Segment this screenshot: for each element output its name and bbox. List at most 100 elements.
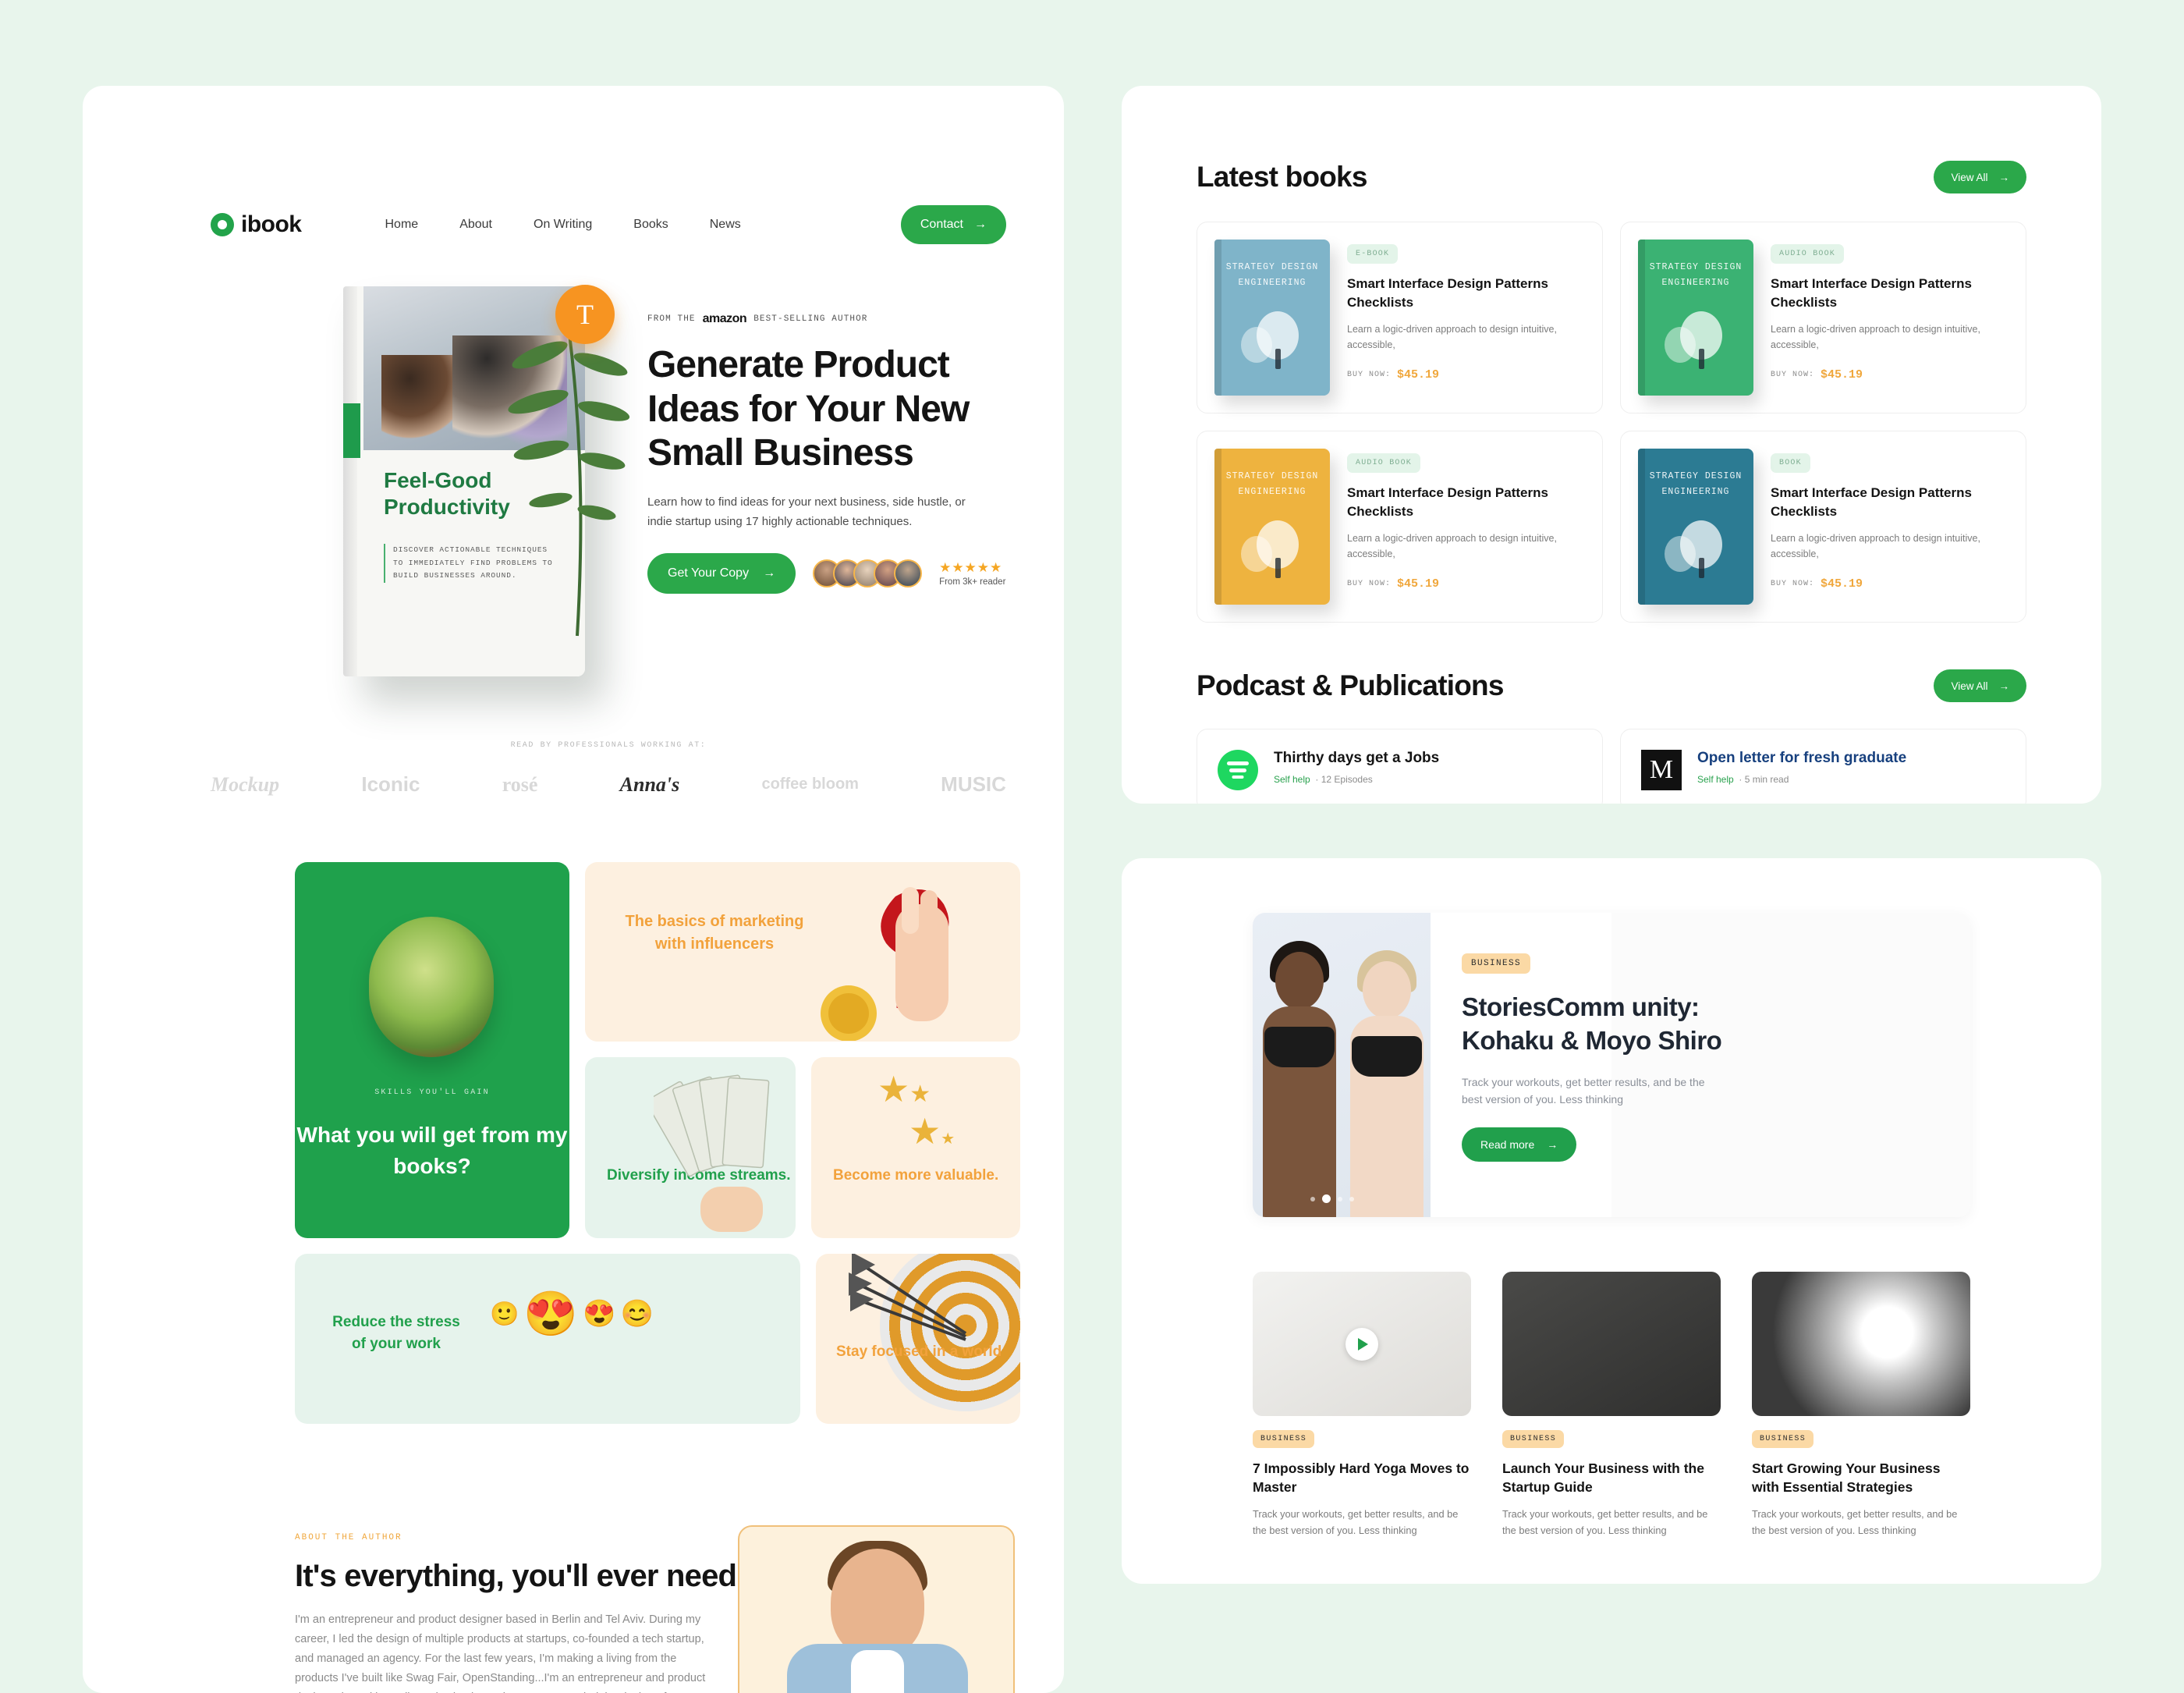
book-cover-title: Feel-Good Productivity	[384, 468, 510, 520]
latest-books-view-all-button[interactable]: View All →	[1934, 161, 2026, 193]
benefits-main-title: What you will get from my books?	[296, 1123, 568, 1178]
book-cover: Feel-Good Productivity DISCOVER ACTIONAB…	[343, 286, 585, 676]
nav-item-on-writing[interactable]: On Writing	[534, 218, 592, 232]
benefit-title: Reduce the stress of your work	[332, 1314, 460, 1353]
blog-desc: Track your workouts, get better results,…	[1253, 1508, 1459, 1536]
arrow-right-icon: →	[1998, 680, 2010, 692]
blog-title: Start Growing Your Business with Essenti…	[1752, 1461, 1941, 1496]
social-proof-logos: Mockup Iconic rosé Anna's coffee bloom M…	[211, 772, 1006, 797]
person-top	[1264, 1027, 1335, 1067]
spotify-icon	[1218, 750, 1258, 790]
author-photo	[782, 1541, 973, 1693]
buy-label: BUY NOW:	[1771, 580, 1815, 589]
blush-icon: 😊	[620, 1299, 654, 1329]
nav-item-books[interactable]: Books	[633, 218, 668, 232]
buy-row[interactable]: BUY NOW: $45.19	[1347, 577, 1585, 591]
arrow-right-icon: →	[974, 218, 987, 231]
hand-ribbon-icon	[821, 887, 949, 1041]
hero-book-mockup: Feel-Good Productivity DISCOVER ACTIONAB…	[298, 277, 630, 698]
rating-text: From 3k+ reader	[939, 577, 1006, 587]
podcasts-view-all-button[interactable]: View All →	[1934, 669, 2026, 702]
book-desc: Learn a logic-driven approach to design …	[1347, 533, 1557, 560]
carousel-dot-2-active[interactable]	[1322, 1194, 1331, 1203]
book-price: $45.19	[1397, 577, 1440, 591]
nav-item-home[interactable]: Home	[385, 218, 419, 232]
cover-title: STRATEGY DESIGN ENGINEERING	[1225, 471, 1319, 497]
book-price: $45.19	[1821, 577, 1863, 591]
carousel-dot-4[interactable]	[1349, 1196, 1354, 1201]
carousel-dots[interactable]	[1310, 1194, 1354, 1203]
blog-desc: Track your workouts, get better results,…	[1752, 1508, 1958, 1536]
contact-button[interactable]: Contact →	[900, 205, 1006, 244]
medium-icon: M	[1641, 750, 1682, 790]
book-badge: AUDIO BOOK	[1347, 453, 1421, 473]
logo-music: MUSIC	[941, 772, 1006, 796]
benefit-card-stress[interactable]: Reduce the stress of your work 🙂 😍 😍 😊	[295, 1254, 800, 1424]
gold-stars-icon: ★★ ★★	[878, 1069, 956, 1152]
book-spine	[343, 286, 357, 676]
buy-row[interactable]: BUY NOW: $45.19	[1347, 368, 1585, 382]
featured-story-card[interactable]: BUSINESS StoriesComm unity: Kohaku & Moy…	[1253, 913, 1970, 1217]
navbar: ibook Home About On Writing Books News C…	[211, 203, 1006, 247]
publication-category: Self help	[1697, 774, 1734, 785]
nav-item-about[interactable]: About	[459, 218, 492, 232]
book-desc: Learn a logic-driven approach to design …	[1771, 533, 1980, 560]
carousel-dot-3[interactable]	[1338, 1196, 1342, 1201]
podcasts-heading: Podcast & Publications	[1197, 669, 1504, 701]
book-mini-cover: STRATEGY DESIGN ENGINEERING	[1214, 449, 1330, 605]
smiley-icon: 🙂	[490, 1301, 519, 1327]
brand-logo[interactable]: ibook	[211, 211, 302, 238]
hero-eyebrow: FROM THE amazon BEST-SELLING AUTHOR	[647, 312, 1014, 326]
podcast-category: Self help	[1274, 774, 1310, 785]
logo-rose: rosé	[502, 772, 538, 796]
benefit-title: The basics of marketing with influencers	[625, 913, 804, 953]
buy-row[interactable]: BUY NOW: $45.19	[1771, 368, 2008, 382]
get-your-copy-button[interactable]: Get Your Copy →	[647, 553, 796, 595]
book-mini-cover: STRATEGY DESIGN ENGINEERING	[1638, 449, 1753, 605]
arrow-right-icon: →	[1547, 1138, 1558, 1152]
book-card[interactable]: STRATEGY DESIGN ENGINEERING E-BOOK Smart…	[1197, 222, 1603, 413]
blog-title: Launch Your Business with the Startup Gu…	[1502, 1461, 1704, 1496]
story-desc: Track your workouts, get better results,…	[1462, 1075, 1705, 1106]
benefit-card-income[interactable]: Diversify income streams.	[585, 1057, 796, 1238]
cover-person	[1699, 558, 1704, 578]
publication-card[interactable]: M Open letter for fresh graduate Self he…	[1620, 729, 2026, 804]
book-cover-blurb: DISCOVER ACTIONABLE TECHNIQUES TO IMMEDI…	[384, 544, 555, 583]
nav-item-news[interactable]: News	[710, 218, 741, 232]
read-more-button[interactable]: Read more →	[1462, 1127, 1577, 1162]
book-mini-cover: STRATEGY DESIGN ENGINEERING	[1638, 240, 1753, 396]
play-button[interactable]	[1346, 1327, 1378, 1361]
blog-card[interactable]: BUSINESS Launch Your Business with the S…	[1502, 1272, 1721, 1539]
benefit-card-influencers[interactable]: The basics of marketing with influencers	[585, 862, 1020, 1042]
buy-row[interactable]: BUY NOW: $45.19	[1771, 577, 2008, 591]
book-title: Smart Interface Design Patterns Checklis…	[1771, 485, 1972, 520]
book-info: E-BOOK Smart Interface Design Patterns C…	[1347, 240, 1585, 396]
cover-person	[1275, 558, 1281, 578]
book-price: $45.19	[1821, 368, 1863, 382]
blog-card[interactable]: BUSINESS Start Growing Your Business wit…	[1752, 1272, 1970, 1539]
person-top	[1352, 1036, 1422, 1077]
publication-readtime: 5 min read	[1744, 774, 1789, 785]
book-info: AUDIO BOOK Smart Interface Design Patter…	[1771, 240, 2008, 396]
buy-label: BUY NOW:	[1347, 580, 1392, 589]
book-card[interactable]: STRATEGY DESIGN ENGINEERING AUDIO BOOK S…	[1620, 222, 2026, 413]
book-card[interactable]: STRATEGY DESIGN ENGINEERING BOOK Smart I…	[1620, 431, 2026, 623]
cover-person	[1275, 349, 1281, 369]
blog-card[interactable]: BUSINESS 7 Impossibly Hard Yoga Moves to…	[1253, 1272, 1471, 1539]
brand-name: ibook	[241, 211, 302, 237]
star-rating-icon: ★★★★★	[939, 560, 1003, 576]
blog-badge: BUSINESS	[1502, 1430, 1565, 1448]
book-card[interactable]: STRATEGY DESIGN ENGINEERING AUDIO BOOK S…	[1197, 431, 1603, 623]
benefit-card-focus[interactable]: Stay focused in a world	[816, 1254, 1020, 1424]
nyt-badge-letter: T	[576, 299, 594, 330]
carousel-dot-1[interactable]	[1310, 1196, 1315, 1201]
podcast-title: Thirthy days get a Jobs	[1274, 750, 1440, 766]
contact-button-label: Contact	[920, 218, 963, 231]
hero-eyebrow-post: BEST-SELLING AUTHOR	[753, 314, 868, 324]
blog-grid: BUSINESS 7 Impossibly Hard Yoga Moves to…	[1253, 1272, 1970, 1539]
benefit-card-valuable[interactable]: Become more valuable. ★★ ★★	[811, 1057, 1020, 1238]
author-shirt	[851, 1650, 904, 1693]
podcast-card[interactable]: Thirthy days get a Jobs Self help · 12 E…	[1197, 729, 1603, 804]
book-title: Smart Interface Design Patterns Checklis…	[1347, 276, 1548, 311]
story-badge: BUSINESS	[1462, 953, 1531, 974]
